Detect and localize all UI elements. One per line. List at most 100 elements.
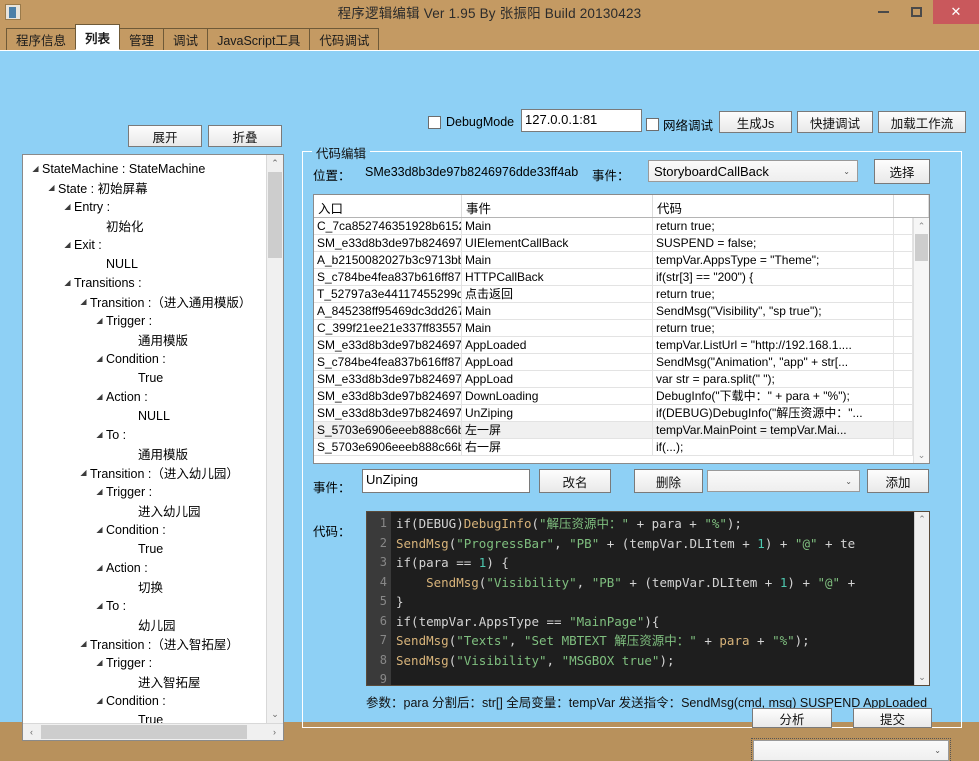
code-editor[interactable]: 1 2 3 4 5 6 7 8 9 if(DEBUG)DebugInfo("解压资源中：" + … [366,511,930,686]
tree-node[interactable]: 通用模版 [23,330,266,349]
tree-expand-icon[interactable]: ◢ [93,430,106,439]
tree-node[interactable]: 进入智拓屋 [23,672,266,691]
tree-expand-icon[interactable]: ◢ [93,354,106,363]
grid-header-code[interactable]: 代码 [653,195,894,217]
tree-node[interactable]: ◢ Exit : [23,235,266,254]
tree-expand-icon[interactable]: ◢ [77,297,90,306]
table-row[interactable]: C_399f21ee21e337ff835571a(Mainreturn tru… [314,320,913,337]
tab-2[interactable]: 管理 [119,28,165,50]
tree-node[interactable]: NULL [23,254,266,273]
grid-header-entry[interactable]: 入口 [314,195,462,217]
scroll-left-icon[interactable]: ‹ [23,724,40,740]
event-name-input[interactable]: UnZiping [362,469,530,493]
table-row[interactable]: SM_e33d8b3de97b8246976d UnZiping if(DEBUG)… [314,405,913,422]
close-icon[interactable]: ✕ [933,0,979,24]
tree-expand-icon[interactable]: ◢ [93,563,106,572]
table-row[interactable]: C_7ca852746351928b6152f9(Mainreturn true… [314,218,913,235]
expand-button[interactable]: 展开 [128,125,202,147]
tree-node[interactable]: ◢ Trigger : [23,482,266,501]
collapse-button[interactable]: 折叠 [208,125,282,147]
analyze-button[interactable]: 分析 [752,708,832,728]
tree-node[interactable]: ◢ Entry : [23,197,266,216]
tree-node[interactable]: ◢ Transition :（进入通用模版） [23,292,266,311]
table-row[interactable]: S_c784be4fea837b616ff877f3 HTTPCallBack if… [314,269,913,286]
tree-node[interactable]: ◢ Trigger : [23,653,266,672]
table-row[interactable]: S_5703e6906eeeb888c66bf9(左一屏tempVar.Main… [314,422,913,439]
tree-node[interactable]: True [23,539,266,558]
tree-expand-icon[interactable]: ◢ [93,392,106,401]
minimize-button[interactable] [867,0,900,24]
tree-node[interactable]: ◢ Trigger : [23,311,266,330]
tree-expand-icon[interactable]: ◢ [77,639,90,648]
tree-node[interactable]: ◢ To : [23,596,266,615]
grid-header-event[interactable]: 事件 [462,195,653,217]
bottom-dropdown[interactable]: ⌄ [751,738,951,761]
scroll-down-icon[interactable]: ⌄ [267,706,283,723]
tree-node[interactable]: 幼儿园 [23,615,266,634]
quick-debug-button[interactable]: 快捷调试 [797,111,873,133]
tree-expand-icon[interactable]: ◢ [93,525,106,534]
tree-vertical-scrollbar[interactable]: ⌃ ⌄ [266,155,283,723]
tree-node[interactable]: ◢ Condition : [23,520,266,539]
scroll-up-icon[interactable]: ⌃ [915,512,929,527]
scrollbar-thumb[interactable] [41,725,247,739]
checkbox-box[interactable] [646,118,659,131]
add-button[interactable]: 添加 [867,469,929,493]
tree-node[interactable]: 切换 [23,577,266,596]
generate-js-button[interactable]: 生成Js [719,111,792,133]
network-debug-checkbox[interactable]: 网络调试 [646,115,713,134]
state-machine-tree[interactable]: ◢ StateMachine : StateMachine ◢ State : 初始屏… [22,154,284,741]
maximize-button[interactable] [900,0,933,24]
grid-vertical-scrollbar[interactable]: ⌃ ⌄ [913,218,929,463]
table-row[interactable]: SM_e33d8b3de97b8246976d AppLoaded tempVar.… [314,337,913,354]
delete-button[interactable]: 删除 [634,469,703,493]
grid-header-blank[interactable] [894,195,929,217]
tree-node[interactable]: True [23,710,266,724]
table-row[interactable]: S_5703e6906eeeb888c66bf9(右一屏if(...); [314,439,913,456]
scrollbar-thumb[interactable] [268,172,282,258]
tree-node[interactable]: ◢ To : [23,425,266,444]
tree-expand-icon[interactable]: ◢ [93,487,106,496]
tab-3[interactable]: 调试 [163,28,209,50]
table-row[interactable]: A_b2150082027b3c9713bb00 Main tempVar.Apps… [314,252,913,269]
load-workflow-button[interactable]: 加载工作流 [878,111,966,133]
tree-node[interactable]: ◢ Transition :（进入智拓屋） [23,634,266,653]
tab-4[interactable]: JavaScript工具 [207,28,311,50]
tree-expand-icon[interactable]: ◢ [29,164,42,173]
table-row[interactable]: T_52797a3e44117455299d03 点击返回 return true; [314,286,913,303]
scroll-up-icon[interactable]: ⌃ [267,155,283,172]
tree-node[interactable]: ◢ Condition : [23,349,266,368]
editor-vertical-scrollbar[interactable]: ⌃ ⌄ [914,512,929,685]
event-dropdown[interactable]: StoryboardCallBack ⌄ [648,160,858,182]
tree-expand-icon[interactable]: ◢ [93,696,106,705]
scroll-up-icon[interactable]: ⌃ [914,218,929,234]
scroll-down-icon[interactable]: ⌄ [914,447,929,463]
tree-expand-icon[interactable]: ◢ [93,658,106,667]
table-row[interactable]: SM_e33d8b3de97b8246976d UIElementCallBack… [314,235,913,252]
tree-horizontal-scrollbar[interactable]: ‹ › [23,723,283,740]
tree-expand-icon[interactable]: ◢ [61,202,74,211]
table-row[interactable]: A_845238ff95469dc3dd26794 Main SendMsg("Vi… [314,303,913,320]
ip-address-input[interactable]: 127.0.0.1:81 [521,109,642,132]
tree-node[interactable]: True [23,368,266,387]
tree-expand-icon[interactable]: ◢ [45,183,58,192]
tree-node[interactable]: ◢ Action : [23,387,266,406]
tree-expand-icon[interactable]: ◢ [61,240,74,249]
tree-node[interactable]: 通用模版 [23,444,266,463]
scroll-down-icon[interactable]: ⌄ [915,670,929,685]
scroll-right-icon[interactable]: › [266,724,283,740]
tab-1[interactable]: 列表 [75,24,121,50]
tree-node[interactable]: ◢ Transitions : [23,273,266,292]
tree-expand-icon[interactable]: ◢ [93,316,106,325]
tree-node[interactable]: ◢ State : 初始屏幕 [23,178,266,197]
tree-node[interactable]: ◢ Transition :（进入幼儿园） [23,463,266,482]
table-row[interactable]: S_c784be4fea837b616ff877f3 AppLoad SendMsg… [314,354,913,371]
tree-expand-icon[interactable]: ◢ [93,601,106,610]
checkbox-box[interactable] [428,115,441,129]
table-row[interactable]: SM_e33d8b3de97b8246976d DownLoading DebugI… [314,388,913,405]
tree-expand-icon[interactable]: ◢ [77,468,90,477]
scrollbar-thumb[interactable] [915,234,928,261]
table-row[interactable]: SM_e33d8b3de97b8246976d AppLoad var str = … [314,371,913,388]
code-text-area[interactable]: if(DEBUG)DebugInfo("解压资源中：" + para + "%"… [391,512,929,685]
select-button[interactable]: 选择 [874,159,930,184]
